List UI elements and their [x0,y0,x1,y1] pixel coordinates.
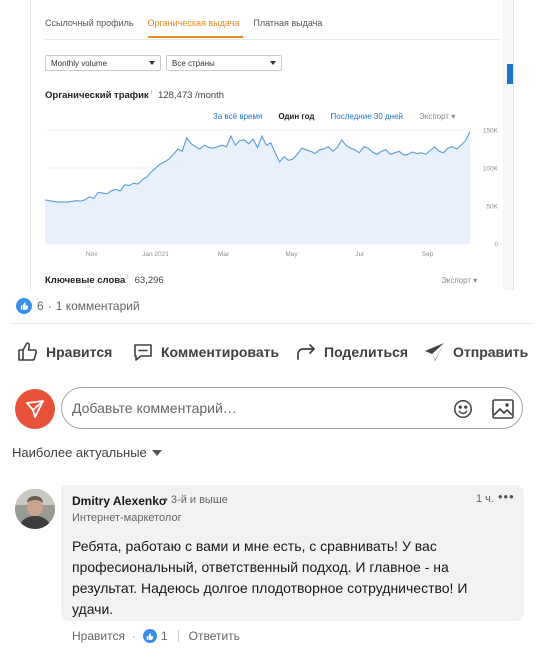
y-tick-label: 0 [494,242,498,249]
chevron-down-icon [270,61,276,65]
reactions-count[interactable]: 6 [37,299,44,313]
share-button[interactable]: Поделиться [294,336,408,368]
y-tick-label: 150K [483,128,499,135]
range-one-year: Один год [278,112,315,121]
range-selector: За всё время Один год Последние 30 дней … [213,112,455,121]
x-tick-label: Jul [355,251,364,258]
y-tick-label: 100K [483,166,499,173]
comment-timestamp: 1 ч. [476,493,494,505]
info-icon: i [127,275,129,281]
x-tick-label: Jan 2021 [142,251,169,258]
tab-backlinks: Ссылочный профиль [45,18,134,28]
send-button[interactable]: Отправить [423,336,528,368]
info-icon: i [150,90,153,96]
divider [12,323,532,324]
analytics-tabs: Ссылочный профиль Органическая выдача Пл… [45,8,500,40]
comment-actions: Нравится · 1 Ответить [72,629,240,643]
range-last-30-days: Последние 30 дней [330,112,404,121]
organic-traffic-stat: Органический трафик i 128,473 /month [45,90,225,102]
keywords-stat: Ключевые слова i 63,296 [45,275,164,287]
comments-count[interactable]: 1 комментарий [56,299,140,313]
x-tick-label: Mar [218,251,230,258]
company-logo-avatar[interactable] [15,389,55,429]
thumbs-up-icon [18,342,38,361]
organic-traffic-chart: 150K 100K 50K 0 Nov Jan 2021 Mar May Jul Sep [45,128,499,258]
tab-paid: Платная выдача [253,18,323,28]
comment-text: Ребята, работаю с вами и мне есть, с сра… [72,538,468,617]
comment-like-count[interactable]: 1 [161,629,168,643]
comment-button[interactable]: Комментировать [131,336,279,368]
metric-select: Monthly volume [45,55,161,71]
share-arrow-icon [297,344,315,360]
side-accent-bar [507,64,513,84]
image-icon[interactable] [491,398,515,420]
range-all-time: За всё время [213,112,263,121]
country-select: Все страны [166,55,282,71]
x-tick-label: Sep [422,251,434,258]
keywords-export-link: Экспорт ▾ [441,276,478,285]
comment-icon [134,344,152,361]
like-reaction-icon [142,629,157,643]
person-photo-icon [15,489,55,529]
commenter-name[interactable]: Dmitry Alexenko [72,494,166,508]
analytics-panel: Ссылочный профиль Органическая выдача Пл… [31,0,503,290]
emoji-icon[interactable] [452,398,474,420]
like-reaction-icon [16,298,32,314]
tab-organic: Органическая выдача [147,8,244,38]
commenter-headline: Интернет-маркетолог [72,512,182,524]
x-tick-label: Nov [86,251,98,258]
divider [177,630,179,642]
comment-like-button[interactable]: Нравится [72,629,125,643]
x-tick-label: May [285,251,298,258]
caret-down-icon [151,449,162,456]
chevron-down-icon [149,61,155,65]
linkedin-post-view: Ссылочный профиль Органическая выдача Пл… [0,0,544,657]
comment-bubble: Dmitry Alexenko • 3-й и выше Интернет-ма… [61,485,524,621]
more-options-icon[interactable]: ••• [498,489,515,504]
export-link: Экспорт ▾ [419,112,456,121]
comments-sort-dropdown[interactable]: Наиболее актуальные [12,445,162,460]
commenter-avatar[interactable] [15,489,55,529]
like-button[interactable]: Нравится [16,336,112,368]
post-actions: Нравится Комментировать Поделиться Отпра… [0,336,544,368]
y-tick-label: 50K [486,204,498,211]
company-logo-icon [26,400,44,418]
send-icon [425,343,444,361]
post-image[interactable]: Ссылочный профиль Органическая выдача Пл… [30,0,514,290]
connection-degree: • 3-й и выше [164,494,228,506]
reply-button[interactable]: Ответить [189,629,240,643]
social-counts[interactable]: 6 · 1 комментарий [16,298,140,314]
